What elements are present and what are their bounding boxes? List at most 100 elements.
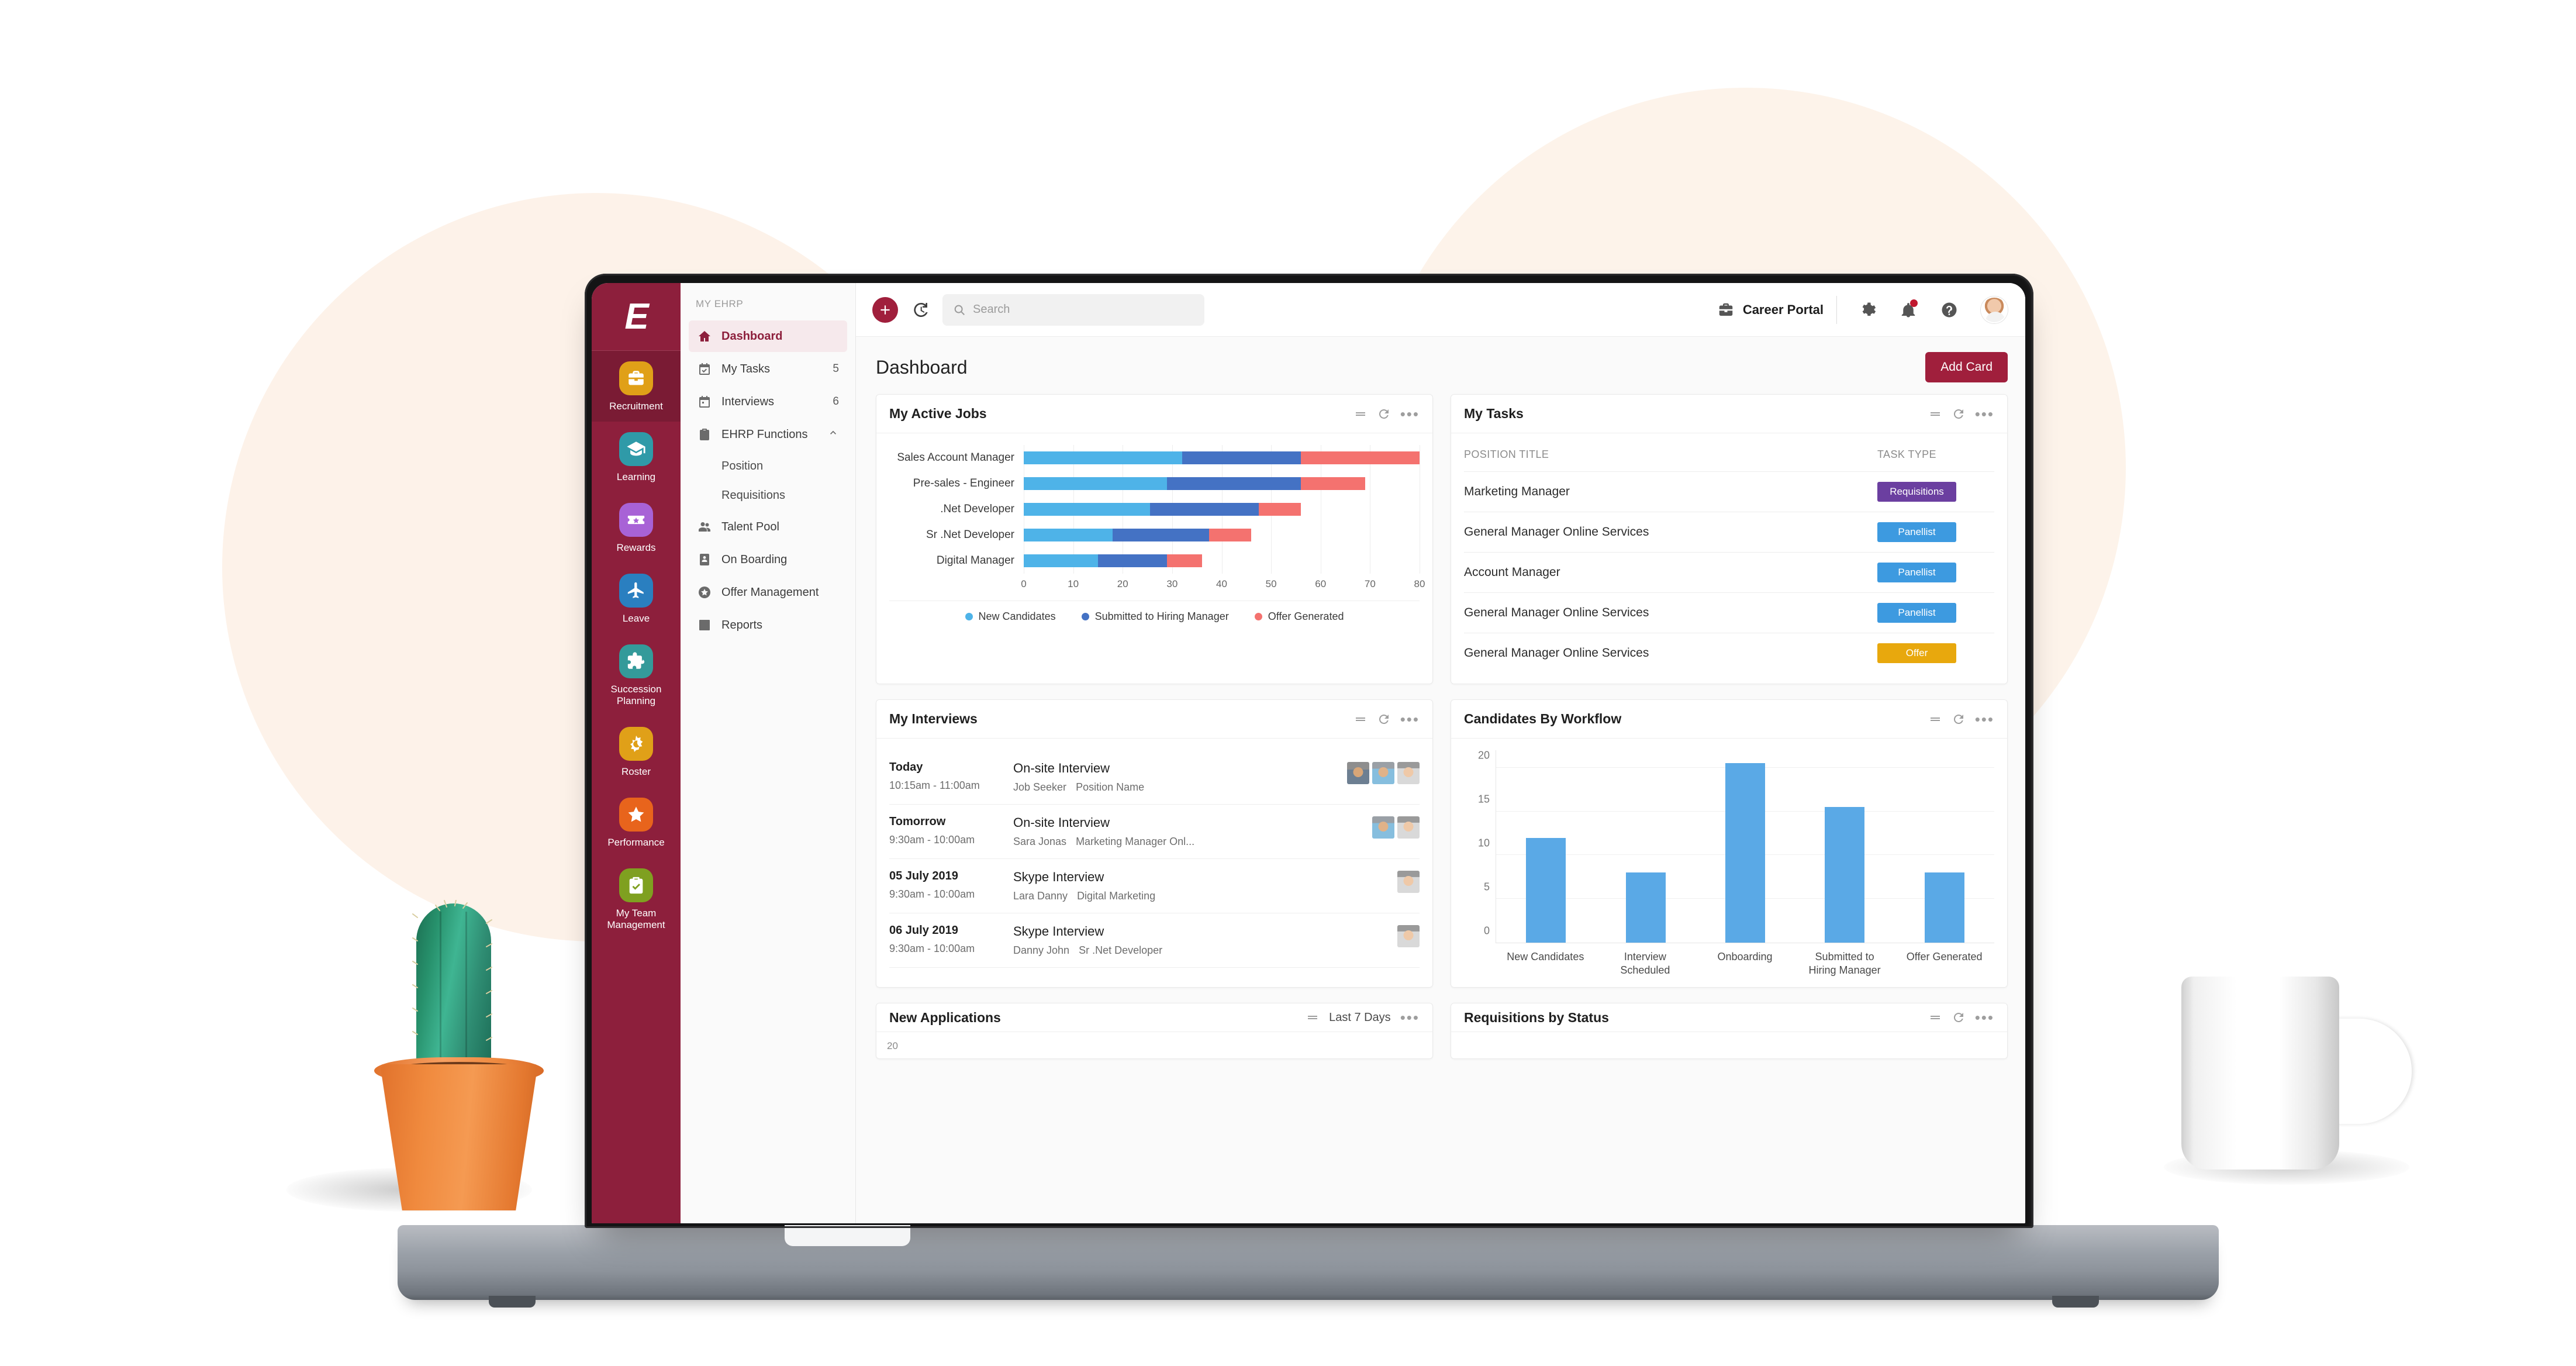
chart-bar-row: Sales Account Manager <box>889 445 1420 471</box>
status-badge: Requisitions <box>1877 482 1956 502</box>
avatar <box>1397 871 1420 893</box>
sidebar-item-offer-management[interactable]: Offer Management <box>689 577 847 608</box>
chevron-up-icon[interactable] <box>827 427 839 442</box>
rail-item-label: Recruitment <box>609 401 663 412</box>
cactus-spines-icon <box>412 900 492 1041</box>
avatar[interactable] <box>1981 296 2008 323</box>
cell-task-type: Offer <box>1877 633 1994 673</box>
rail-item-succession-planning[interactable]: Succession Planning <box>592 634 681 716</box>
question-circle-icon[interactable] <box>1934 295 1964 325</box>
legend-label: Submitted to Hiring Manager <box>1094 610 1229 622</box>
chart-legend-item[interactable]: New Candidates <box>965 610 1056 623</box>
cell-task-type: Panellist <box>1877 512 1994 553</box>
drag-handle-icon[interactable] <box>1353 712 1368 726</box>
sidebar-item-interviews[interactable]: Interviews 6 <box>689 386 847 418</box>
app-logo[interactable]: E <box>592 283 681 351</box>
card-header: Requisitions by Status ••• <box>1451 1003 2007 1033</box>
card-candidates-by-workflow: Candidates By Workflow ••• 0 5 10 15 20 New … <box>1451 699 2008 988</box>
card-more-icon[interactable]: ••• <box>1975 712 1994 727</box>
airplane-icon <box>619 574 653 608</box>
rail-item-learning[interactable]: Learning <box>592 422 681 492</box>
chart-bar-segment <box>1300 451 1420 464</box>
career-portal-link[interactable]: Career Portal <box>1717 295 1837 324</box>
refresh-icon[interactable] <box>1952 1010 1966 1024</box>
chart-category-label: Submitted to Hiring Manager <box>1808 951 1881 976</box>
table-row[interactable]: General Manager Online Services Panellist <box>1464 512 1994 553</box>
refresh-icon[interactable] <box>1377 407 1391 421</box>
sidebar-item-my-tasks[interactable]: My Tasks 5 <box>689 353 847 385</box>
home-icon <box>697 329 712 344</box>
rail-item-my-team-management[interactable]: My Team Management <box>592 858 681 940</box>
gear-icon[interactable] <box>1852 295 1883 325</box>
history-icon[interactable] <box>909 298 932 322</box>
card-more-icon[interactable]: ••• <box>1400 712 1420 727</box>
table-row[interactable]: General Manager Online Services Panellist <box>1464 592 1994 633</box>
drag-handle-icon[interactable] <box>1928 407 1942 421</box>
sidebar-item-on-boarding[interactable]: On Boarding <box>689 544 847 575</box>
bell-icon[interactable] <box>1893 295 1924 325</box>
sidebar-item-label: Reports <box>721 618 763 632</box>
page-title: Dashboard <box>876 356 968 378</box>
list-item[interactable]: Tomorrow 9:30am - 10:00am On-site Intervie… <box>889 805 1420 859</box>
chart-category-label: Offer Generated <box>1906 951 1983 963</box>
interview-time: 9:30am - 10:00am <box>889 943 975 954</box>
chart-legend-item[interactable]: Offer Generated <box>1254 610 1344 623</box>
drag-handle-icon[interactable] <box>1928 712 1942 726</box>
clipboard-check-icon <box>619 868 653 903</box>
card-more-icon[interactable]: ••• <box>1975 1010 1994 1025</box>
chart-bar <box>1625 872 1666 943</box>
refresh-icon[interactable] <box>1377 712 1391 726</box>
search-input[interactable] <box>973 303 1194 316</box>
chart-x-labels: New Candidates Interview Scheduled Onboard… <box>1496 950 1994 977</box>
chart-bar-segment <box>1024 477 1168 490</box>
refresh-icon[interactable] <box>1952 407 1966 421</box>
card-header: Candidates By Workflow ••• <box>1451 700 2007 739</box>
rail-item-roster[interactable]: Roster <box>592 716 681 787</box>
card-requisitions-by-status: Requisitions by Status ••• <box>1451 1003 2008 1059</box>
rail-item-recruitment[interactable]: Recruitment <box>592 351 681 422</box>
page-header: Dashboard Add Card <box>856 337 2025 388</box>
rail-item-performance[interactable]: Performance <box>592 787 681 858</box>
rail-item-rewards[interactable]: Rewards <box>592 492 681 563</box>
drag-handle-icon[interactable] <box>1353 407 1368 421</box>
add-card-button[interactable]: Add Card <box>1925 352 2008 382</box>
sidebar-item-label: Talent Pool <box>721 520 779 533</box>
interview-meta: Lara Danny Digital Marketing <box>1013 890 1390 902</box>
sidebar-item-ehrp-functions[interactable]: EHRP Functions <box>689 419 847 450</box>
refresh-icon[interactable] <box>1952 712 1966 726</box>
tasks-table: POSITION TITLE TASK TYPE Marketing Manag… <box>1464 445 1994 673</box>
app-logo-text: E <box>624 296 648 337</box>
card-more-icon[interactable]: ••• <box>1400 1010 1420 1025</box>
search-box[interactable] <box>942 294 1204 326</box>
sidebar-subitem-requisitions[interactable]: Requisitions <box>681 481 855 510</box>
list-item[interactable]: 06 July 2019 9:30am - 10:00am Skype Interv… <box>889 913 1420 968</box>
sidebar-item-reports[interactable]: Reports <box>689 609 847 641</box>
card-more-icon[interactable]: ••• <box>1975 406 1994 422</box>
chart-bar-segment <box>1024 503 1150 516</box>
list-item[interactable]: 05 July 2019 9:30am - 10:00am Skype Interv… <box>889 859 1420 913</box>
list-item[interactable]: Today 10:15am - 11:00am On-site Interview J… <box>889 750 1420 805</box>
table-row[interactable]: General Manager Online Services Offer <box>1464 633 1994 673</box>
chart-legend-item[interactable]: Submitted to Hiring Manager <box>1081 610 1229 623</box>
table-row[interactable]: Account Manager Panellist <box>1464 552 1994 593</box>
chart-x-tick: 30 <box>1166 578 1178 589</box>
interview-participants <box>1347 761 1420 784</box>
sidebar-item-talent-pool[interactable]: Talent Pool <box>689 511 847 543</box>
legend-color-dot <box>1254 613 1262 620</box>
col-task-type: TASK TYPE <box>1877 449 1936 460</box>
table-row[interactable]: Marketing Manager Requisitions <box>1464 471 1994 512</box>
graduation-cap-icon <box>619 432 653 467</box>
chart-x-tick: 20 <box>1117 578 1128 589</box>
app-screen: E Recruitment Learning Rewards Leave Success… <box>592 283 2025 1223</box>
drag-handle-icon[interactable] <box>1306 1010 1320 1024</box>
plus-circle-icon[interactable] <box>872 296 898 323</box>
date-range-selector[interactable]: Last 7 Days <box>1329 1011 1391 1024</box>
chart-y-axis: 0 5 10 15 20 <box>1464 750 1496 943</box>
sidebar-item-dashboard[interactable]: Dashboard <box>689 320 847 352</box>
laptop-base <box>398 1225 2219 1300</box>
laptop-foot-left <box>489 1296 536 1308</box>
card-more-icon[interactable]: ••• <box>1400 406 1420 422</box>
sidebar-subitem-position[interactable]: Position <box>681 451 855 481</box>
rail-item-leave[interactable]: Leave <box>592 563 681 634</box>
drag-handle-icon[interactable] <box>1928 1010 1942 1024</box>
